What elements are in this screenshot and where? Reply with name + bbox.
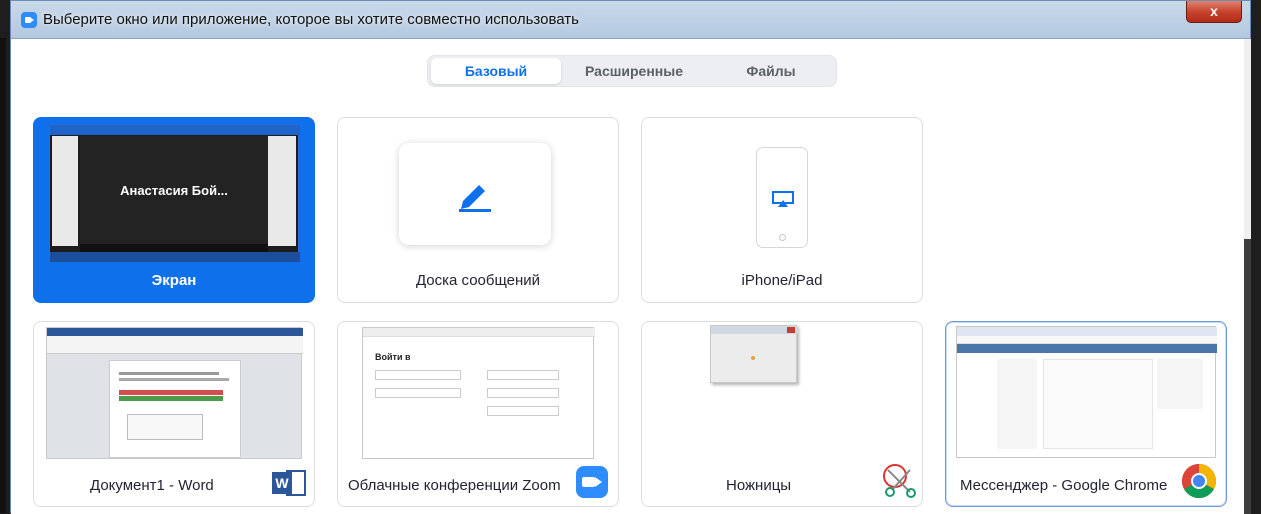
preview-heading: Войти в: [375, 352, 411, 362]
participant-name: Анастасия Бой...: [120, 183, 228, 198]
pencil-icon: [459, 185, 491, 212]
share-screen-dialog: Выберите окно или приложение, которое вы…: [10, 0, 1251, 514]
share-option-label: iPhone/iPad: [741, 272, 823, 289]
window-title: Выберите окно или приложение, которое вы…: [43, 11, 579, 28]
screen-preview: Анастасия Бой...: [49, 124, 300, 262]
chrome-icon: [1182, 464, 1216, 498]
tab-advanced[interactable]: Расширенные: [564, 58, 704, 84]
share-option-label: Экран: [151, 272, 197, 289]
share-option-iphone[interactable]: iPhone/iPad: [641, 117, 923, 303]
word-preview: [46, 327, 303, 459]
scrollbar-thumb[interactable]: [1244, 239, 1251, 514]
scissors-icon: [883, 464, 916, 498]
window-option-word[interactable]: Документ1 - Word W: [33, 321, 315, 507]
phone-preview: [756, 147, 808, 248]
desktop-edge: [0, 38, 6, 513]
tab-basic[interactable]: Базовый: [431, 58, 561, 84]
whiteboard-preview: [399, 143, 551, 245]
tab-bar: Базовый Расширенные Файлы: [427, 55, 837, 87]
scrollbar[interactable]: [1244, 39, 1251, 514]
title-bar[interactable]: Выберите окно или приложение, которое вы…: [11, 1, 1250, 39]
word-icon: W: [272, 468, 308, 498]
share-option-screen[interactable]: Анастасия Бой... Экран: [33, 117, 315, 303]
chrome-preview: [956, 326, 1217, 458]
window-option-zoom[interactable]: Войти в Облачные конференции Zoom: [337, 321, 619, 507]
window-option-snipping[interactable]: Ножницы: [641, 321, 923, 507]
close-button[interactable]: x: [1186, 1, 1242, 23]
window-option-chrome[interactable]: Мессенджер - Google Chrome: [945, 321, 1227, 507]
tab-files[interactable]: Файлы: [707, 58, 835, 84]
snipping-preview: [710, 325, 798, 383]
zoom-icon: [576, 466, 608, 498]
share-option-whiteboard[interactable]: Доска сообщений: [337, 117, 619, 303]
zoom-app-icon: [21, 12, 37, 28]
dialog-content: Базовый Расширенные Файлы Анастасия Бой.…: [11, 39, 1244, 514]
home-button-icon: [779, 234, 786, 241]
share-option-label: Доска сообщений: [415, 272, 541, 289]
zoom-login-preview: Войти в: [362, 327, 595, 459]
airplay-icon: [772, 191, 794, 207]
